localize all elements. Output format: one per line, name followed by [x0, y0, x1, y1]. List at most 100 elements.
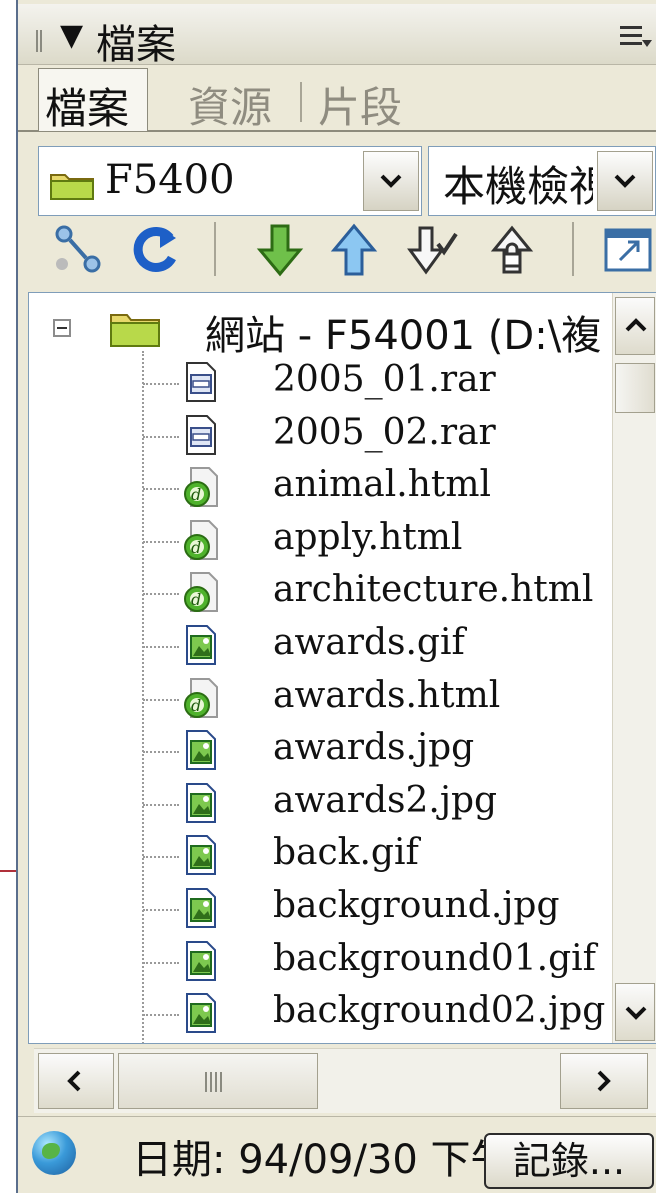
tab-snippets[interactable]: 片段 [318, 74, 402, 135]
tree-branch-line [143, 698, 179, 701]
file-tree[interactable]: 網站 - F54001 (D:\複 2005_01.rar 2005_02.rar… [28, 292, 656, 1044]
html-file-icon: d [181, 466, 221, 508]
file-row[interactable]: back.gif [29, 830, 619, 882]
scroll-down-button[interactable] [615, 983, 655, 1041]
file-row[interactable]: d architecture.html [29, 567, 619, 619]
check-in-icon[interactable] [482, 220, 542, 280]
collapse-toggle-icon[interactable] [53, 319, 71, 337]
file-name: animal.html [273, 464, 492, 506]
tree-branch-line [143, 961, 179, 964]
file-row[interactable]: awards.jpg [29, 725, 619, 777]
image-file-icon [181, 992, 221, 1034]
status-date: 日期: 94/09/30 下午 [132, 1137, 492, 1183]
file-name: 2005_02.rar [273, 411, 496, 453]
get-files-icon[interactable] [250, 220, 310, 280]
archive-file-icon [181, 361, 221, 403]
panel-title: 檔案 [96, 22, 176, 68]
svg-text:d: d [191, 696, 201, 715]
chevron-down-icon [614, 174, 636, 188]
put-files-icon[interactable] [324, 220, 384, 280]
scroll-right-button[interactable] [560, 1053, 648, 1109]
globe-icon [32, 1131, 76, 1175]
site-root-label: 網站 - F54001 (D:\複 [205, 313, 602, 359]
tree-branch-line [143, 803, 179, 806]
tree-branch-line [143, 540, 179, 543]
file-row[interactable]: background02.jpg [29, 988, 619, 1040]
file-name: architecture.html [273, 569, 594, 611]
file-name: 2005_01.rar [273, 359, 496, 400]
tree-branch-line [143, 856, 179, 859]
file-name: background01.gif [273, 937, 596, 979]
html-file-icon: d [181, 519, 221, 561]
file-row[interactable]: background01.gif [29, 936, 619, 988]
file-name: back.gif [273, 832, 419, 874]
refresh-icon[interactable] [126, 220, 186, 280]
svg-text:d: d [191, 590, 201, 609]
file-row[interactable]: background.jpg [29, 883, 619, 935]
tab-assets[interactable]: 資源 [188, 74, 272, 135]
view-selector-value: 本機檢視 [443, 162, 593, 211]
vertical-scroll-thumb[interactable] [615, 363, 655, 413]
status-bar: 日期: 94/09/30 下午 記錄... [18, 1116, 656, 1193]
panel-options-icon[interactable] [620, 26, 652, 52]
chevron-down-icon [380, 174, 402, 188]
thumb-grip-icon [205, 1072, 225, 1092]
image-file-icon [181, 940, 221, 982]
collapse-triangle-icon[interactable]: ▼ [60, 18, 83, 53]
tree-branch-line [143, 909, 179, 911]
file-name: background.jpg [273, 885, 560, 926]
toolbar-divider [572, 222, 574, 276]
tree-branch-line [143, 751, 179, 754]
horizontal-scroll-thumb[interactable] [118, 1053, 318, 1109]
image-file-icon [181, 782, 221, 824]
horizontal-scrollbar[interactable] [34, 1048, 656, 1113]
tree-branch-line [143, 646, 179, 648]
file-name: awards.jpg [273, 727, 475, 769]
file-row[interactable]: d apply.html [29, 515, 619, 567]
view-dropdown-button[interactable] [597, 151, 653, 211]
check-out-icon[interactable] [404, 220, 464, 280]
image-file-icon [181, 624, 221, 666]
file-row[interactable]: awards.gif [29, 620, 619, 672]
file-row[interactable]: 2005_01.rar [29, 357, 619, 409]
log-button[interactable]: 記錄... [484, 1133, 654, 1189]
scroll-left-button[interactable] [38, 1053, 114, 1109]
file-row[interactable]: d animal.html [29, 462, 619, 514]
html-file-icon: d [181, 677, 221, 719]
file-row[interactable]: d awards.html [29, 673, 619, 725]
view-selector[interactable]: 本機檢視 [428, 146, 656, 216]
tree-root[interactable]: 網站 - F54001 (D:\複 [29, 301, 619, 359]
chevron-right-icon [597, 1070, 611, 1092]
panel-title-bar[interactable]: ▼ 檔案 [18, 4, 656, 68]
expand-icon[interactable] [598, 220, 656, 280]
image-file-icon [181, 887, 221, 929]
file-name: apply.html [273, 516, 463, 558]
file-name: awards2.jpg [273, 779, 498, 821]
site-folder-icon [110, 314, 160, 347]
chevron-left-icon [67, 1070, 81, 1092]
tree-branch-line [143, 488, 179, 491]
image-file-icon [181, 834, 221, 876]
tab-files[interactable]: 檔案 [38, 68, 149, 133]
tree-branch-line [143, 593, 179, 596]
file-name: awards.html [273, 674, 501, 716]
svg-text:d: d [191, 538, 201, 557]
site-selector[interactable]: F5400 [38, 146, 422, 216]
site-dropdown-button[interactable] [363, 151, 419, 211]
files-panel: ▼ 檔案 檔案 資源 片段 F5400 本機檢視 [16, 0, 656, 1193]
vertical-scrollbar[interactable] [612, 293, 656, 1043]
html-file-icon: d [181, 571, 221, 613]
files-toolbar [18, 218, 656, 288]
connect-icon[interactable] [48, 220, 108, 280]
file-row[interactable]: 2005_02.rar [29, 410, 619, 462]
archive-file-icon [181, 414, 221, 456]
chevron-up-icon [625, 318, 647, 332]
scroll-up-button[interactable] [615, 297, 655, 355]
toolbar-divider [214, 222, 216, 276]
file-row[interactable]: awards2.jpg [29, 778, 619, 830]
drag-grip-icon[interactable] [36, 30, 44, 52]
tree-branch-line [143, 1014, 179, 1017]
folder-icon [50, 174, 94, 200]
tree-branch-line [143, 383, 179, 385]
tree-branch-line [143, 435, 179, 438]
